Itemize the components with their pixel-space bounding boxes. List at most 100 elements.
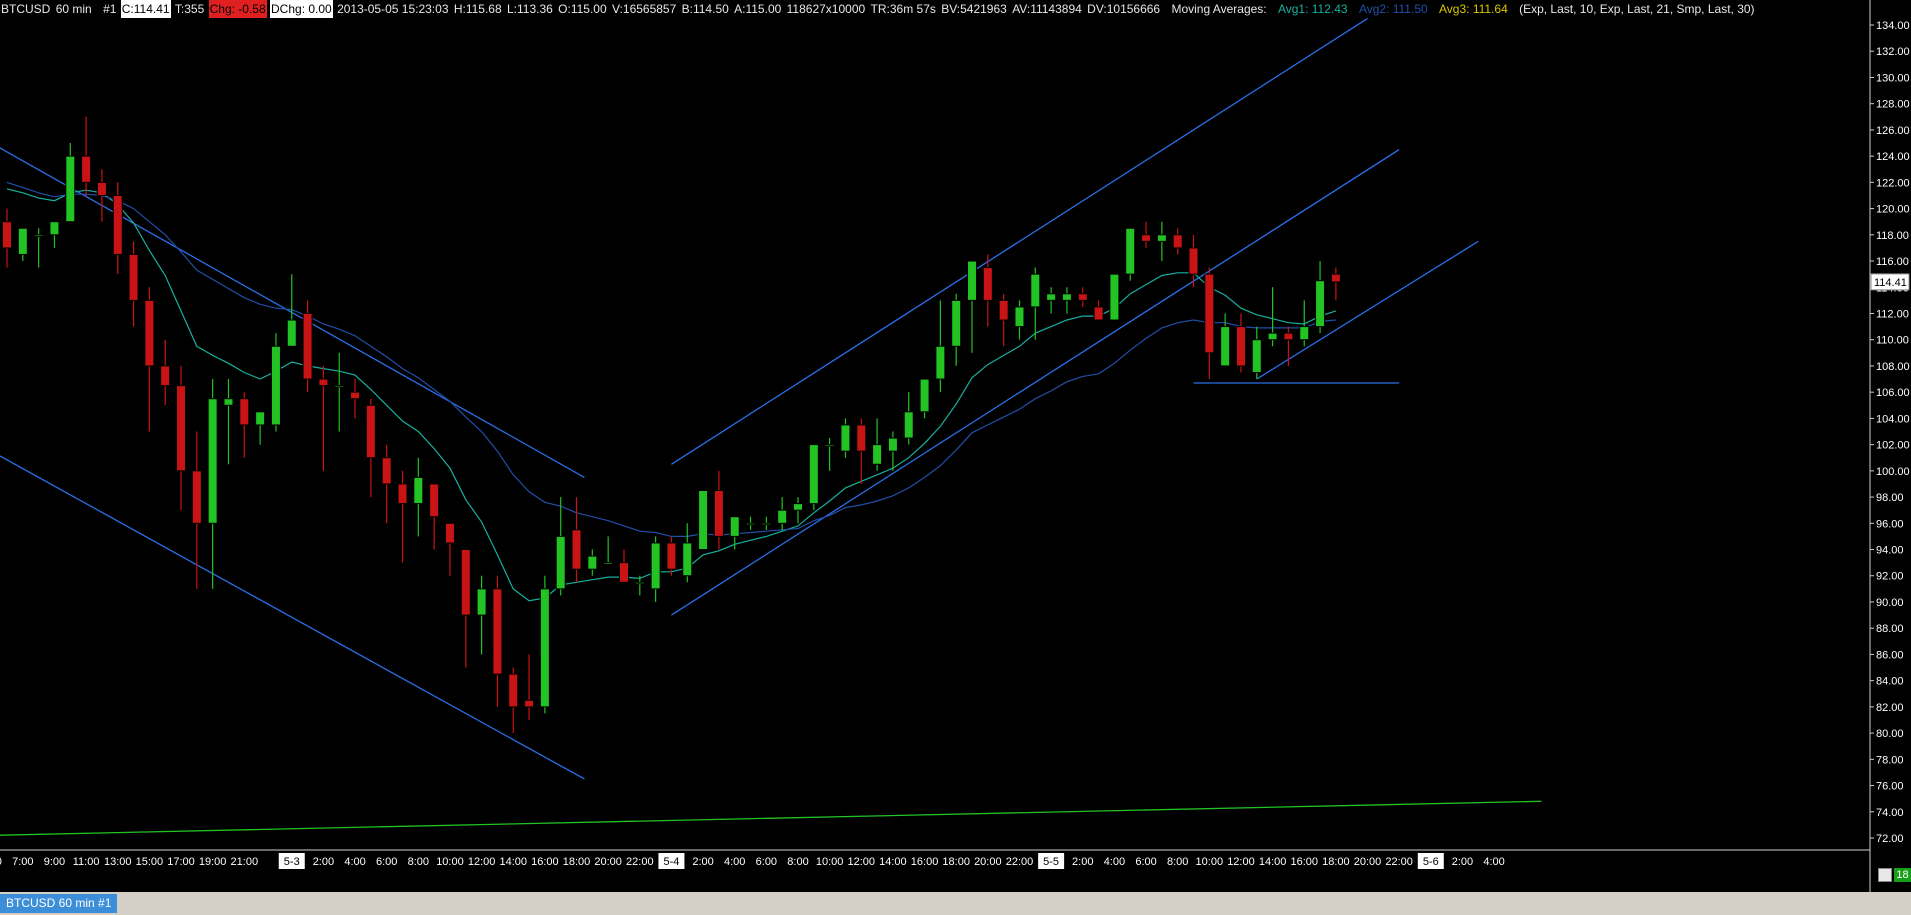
price-tick-label: 102.00: [1876, 440, 1910, 452]
time-tick-label: 12:00: [468, 856, 496, 868]
candle-body-down: [397, 483, 408, 505]
candle-body-up: [698, 490, 709, 551]
candle-body-up: [539, 588, 550, 708]
time-tick-label: 2:00: [1452, 856, 1473, 868]
channel-trend-line: [671, 149, 1400, 616]
chart-tab-bar: BTCUSD 60 min #1: [0, 892, 1911, 915]
time-tick-label: 20:00: [594, 856, 622, 868]
long-trend-line: [0, 800, 1542, 836]
time-tick-label: 14:00: [879, 856, 907, 868]
chart-number-label: #1: [103, 2, 117, 16]
candle-body-down: [508, 673, 519, 708]
candle-body-down: [982, 267, 993, 301]
bid-value: B:114.50: [681, 2, 729, 16]
date-marker-label: 5-5: [1043, 856, 1059, 868]
candle-body-down: [1093, 306, 1104, 321]
time-tick-label: 16:00: [531, 856, 559, 868]
candle-body-up: [223, 398, 234, 406]
time-tick-label: 14:00: [1259, 856, 1287, 868]
time-tick-label: 12:00: [848, 856, 876, 868]
symbol-label: BTCUSD: [1, 2, 51, 16]
candle-body-up: [1109, 273, 1120, 321]
price-tick-label: 94.00: [1876, 545, 1904, 557]
channel-trend-line: [1256, 240, 1479, 380]
candle-body-up: [919, 378, 930, 413]
candle-body-down: [176, 385, 187, 472]
scroll-handle[interactable]: [1878, 868, 1892, 882]
time-tick-label: 16:00: [911, 856, 939, 868]
time-tick-label: 22:00: [1006, 856, 1034, 868]
candle-body-down: [1204, 273, 1215, 354]
price-tick-label: 72.00: [1876, 833, 1904, 845]
price-tick-label: 76.00: [1876, 781, 1904, 793]
candle-body-up: [840, 424, 851, 452]
candle-body-up: [777, 509, 788, 524]
time-tick-label: 22:00: [626, 856, 654, 868]
price-tick-label: 80.00: [1876, 728, 1904, 740]
time-tick-label: 18:00: [942, 856, 970, 868]
channel-trend-line: [671, 17, 1368, 465]
size-value: 118627x10000: [786, 2, 866, 16]
candle-body-up: [1220, 326, 1231, 367]
time-tick-label: 8:00: [408, 856, 429, 868]
candle-body-up: [1061, 293, 1072, 301]
time-tick-label: 4:00: [1483, 856, 1504, 868]
candle-body-down: [492, 588, 503, 675]
price-tick-label: 90.00: [1876, 597, 1904, 609]
candle-body-down: [350, 391, 361, 400]
candle-body-down: [618, 562, 629, 583]
candle-body-down: [112, 194, 123, 255]
candle-body-up: [1030, 273, 1041, 308]
candle-body-down: [1077, 293, 1088, 301]
candle-body-up: [967, 260, 978, 301]
date-marker-label: 5-4: [663, 856, 679, 868]
open-value: O:115.00: [558, 2, 607, 16]
price-tick-label: 108.00: [1876, 361, 1910, 373]
price-chart[interactable]: 72.00 74.00 76.00 78.00 80.00 82.00 84.00 86.00…: [0, 0, 1911, 892]
chart-tab-btcusd[interactable]: BTCUSD 60 min #1: [0, 894, 118, 913]
candle-body-down: [666, 542, 677, 570]
delta-volume-value: DV:10156666: [1087, 2, 1161, 16]
candle-body-down: [1172, 234, 1183, 249]
price-tick-label: 82.00: [1876, 702, 1904, 714]
time-tick-label: 8:00: [787, 856, 808, 868]
time-tick-label: 4:00: [1104, 856, 1125, 868]
moving-average-params: (Exp, Last, 10, Exp, Last, 21, Smp, Last…: [1519, 2, 1755, 16]
time-tick-label: 2:00: [1072, 856, 1093, 868]
price-tick-label: 128.00: [1876, 99, 1910, 111]
candle-body-up: [761, 522, 772, 526]
ask-value: A:115.00: [734, 2, 782, 16]
price-tick-label: 84.00: [1876, 676, 1904, 688]
time-tick-label: 18:00: [1322, 856, 1350, 868]
price-tick-label: 100.00: [1876, 466, 1910, 478]
candle-body-up: [1315, 280, 1326, 328]
candle-body-down: [460, 549, 471, 616]
candle-body-down: [144, 299, 155, 367]
candle-body-down: [160, 365, 171, 387]
candle-body-up: [476, 588, 487, 616]
candle-body-up: [207, 398, 218, 524]
candle-body-up: [49, 221, 60, 236]
price-tick-label: 104.00: [1876, 413, 1910, 425]
candle-body-up: [634, 581, 645, 585]
time-tick-label: 9:00: [44, 856, 65, 868]
candle-body-up: [903, 411, 914, 439]
candle-body-up: [334, 385, 345, 388]
time-tick-label: 8:00: [1167, 856, 1188, 868]
candle-body-up: [745, 522, 756, 526]
price-tick-label: 134.00: [1876, 20, 1910, 32]
candle-body-up: [270, 345, 281, 426]
price-tick-label: 130.00: [1876, 72, 1910, 84]
candle-body-down: [81, 155, 92, 183]
price-tick-label: 124.00: [1876, 151, 1910, 163]
price-tick-label: 96.00: [1876, 518, 1904, 530]
low-value: L:113.36: [507, 2, 553, 16]
ask-volume-value: AV:11143894: [1012, 2, 1082, 16]
candle-body-down: [713, 490, 724, 537]
candle-body-down: [1330, 273, 1341, 283]
time-tick-label: 18:00: [563, 856, 591, 868]
daily-change-value: DChg: 0.00: [270, 0, 333, 18]
time-tick-label: 14:00: [499, 856, 527, 868]
time-tick-label: 2:00: [313, 856, 334, 868]
change-value: Chg: -0.58: [208, 0, 267, 18]
